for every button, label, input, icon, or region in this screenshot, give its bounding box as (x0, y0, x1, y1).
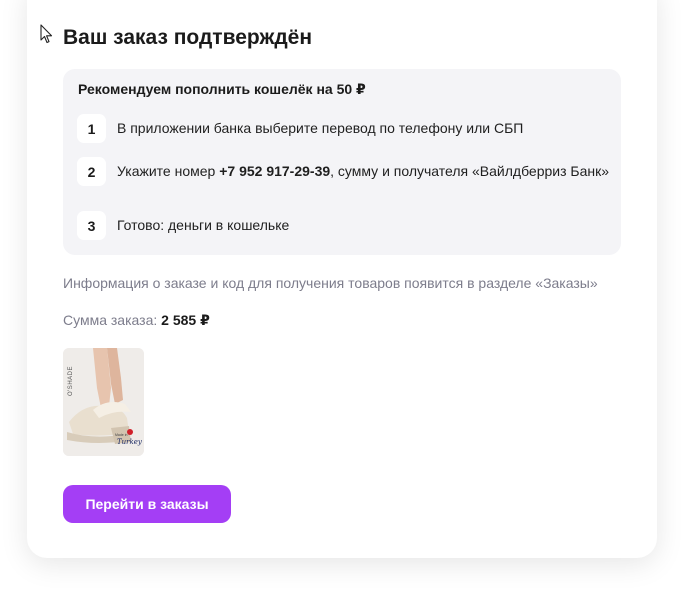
page-title: Ваш заказ подтверждён (63, 26, 313, 49)
step-text: Готово: деньги в кошельке (117, 217, 290, 233)
step-3: 3 Готово: деньги в кошельке (77, 211, 617, 240)
step-number: 1 (77, 114, 106, 143)
order-sum: Сумма заказа: 2 585 ₽ (63, 311, 210, 329)
flag-caption: Made in (115, 433, 128, 437)
step-text: В приложении банка выберите перевод по т… (117, 120, 524, 136)
flag-text: Turkey (117, 438, 143, 446)
go-to-orders-button[interactable]: Перейти в заказы (63, 485, 231, 523)
step-1: 1 В приложении банка выберите перевод по… (77, 114, 617, 143)
step-text: Укажите номер +7 952 917-29-39, сумму и … (117, 162, 617, 181)
order-info-text: Информация о заказе и код для получения … (63, 275, 598, 291)
step-text-after: , сумму и получателя «Вайлдберриз Банк» (330, 163, 610, 179)
recommendation-title: Рекомендуем пополнить кошелёк на 50 ₽ (78, 81, 366, 97)
product-image: O'SHADE Made in Turkey (63, 348, 144, 456)
brand-label: O'SHADE (68, 366, 74, 396)
step-2: 2 Укажите номер +7 952 917-29-39, сумму … (77, 157, 617, 186)
phone-number: +7 952 917-29-39 (219, 163, 331, 179)
step-number: 2 (77, 157, 106, 186)
wallet-recommendation-panel: Рекомендуем пополнить кошелёк на 50 ₽ 1 … (63, 69, 621, 255)
order-sum-value: 2 585 ₽ (161, 312, 210, 328)
step-text-before: Укажите номер (117, 163, 220, 179)
step-number: 3 (77, 211, 106, 240)
product-thumbnail[interactable]: O'SHADE Made in Turkey (63, 348, 144, 456)
arrow-cursor-icon (40, 24, 53, 44)
order-sum-label: Сумма заказа: (63, 312, 162, 328)
